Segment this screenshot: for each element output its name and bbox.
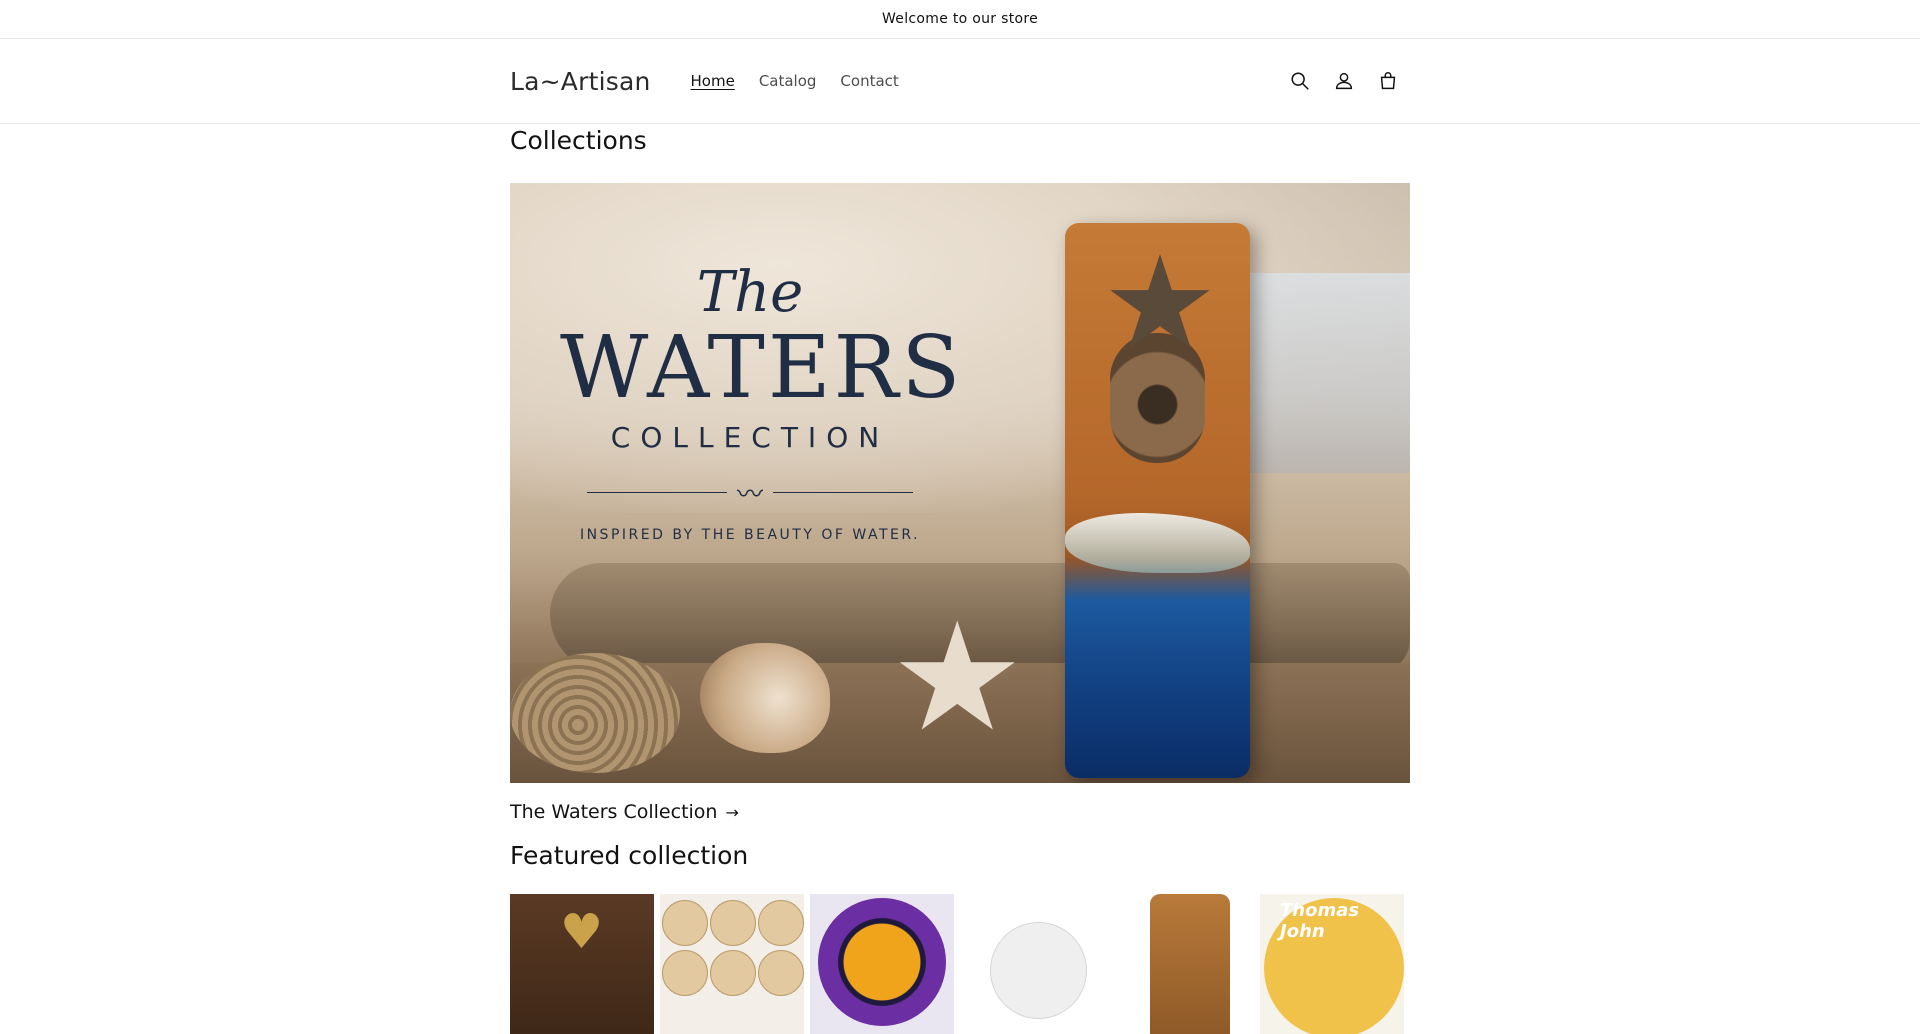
nav-home[interactable]: Home bbox=[679, 72, 747, 90]
hero-title-the: The bbox=[696, 260, 804, 325]
waters-collection-link[interactable]: The Waters Collection → bbox=[510, 801, 1410, 823]
site-header: La~Artisan Home Catalog Contact bbox=[0, 39, 1920, 124]
product-card-3[interactable] bbox=[810, 894, 954, 1034]
hero-title-collection: COLLECTION bbox=[610, 421, 890, 454]
hero-shell bbox=[700, 643, 830, 753]
main-nav: Home Catalog Contact bbox=[679, 72, 911, 90]
product-card-2[interactable] bbox=[660, 894, 804, 1034]
halloween-sign bbox=[818, 898, 946, 1026]
hero-title-waters: WATERS bbox=[560, 318, 964, 418]
divider-line-right bbox=[773, 492, 913, 493]
product-card-6[interactable]: Thomas John bbox=[1260, 894, 1404, 1034]
hero-tagline: INSPIRED BY THE BEAUTY OF WATER. bbox=[579, 527, 921, 543]
hero-rope bbox=[510, 653, 680, 773]
featured-heading: Featured collection bbox=[510, 841, 749, 870]
hero-divider: 〰 bbox=[560, 474, 940, 511]
announcement-text: Welcome to our store bbox=[881, 11, 1039, 27]
header-inner: La~Artisan Home Catalog Contact bbox=[510, 39, 1410, 123]
hero-title-block: The WATERS COLLECTION 〰 INSPIRED BY THE … bbox=[560, 260, 964, 544]
product-grid: Thomas John bbox=[510, 894, 1410, 1034]
baseball bbox=[990, 922, 1087, 1019]
nav-catalog[interactable]: Catalog bbox=[747, 72, 829, 90]
main-content: Collections ★ ★ The WATERS COLLECTION 〰 … bbox=[510, 124, 1410, 1034]
arrow-right-icon: → bbox=[725, 802, 739, 822]
wave-icon: 〰 bbox=[736, 480, 763, 510]
milestone-disc bbox=[662, 950, 708, 996]
hero-starfish-icon: ★ bbox=[890, 591, 1025, 765]
milestone-disc bbox=[710, 900, 756, 946]
collection-link-label: The Waters Collection bbox=[510, 801, 718, 823]
account-icon bbox=[1335, 72, 1353, 90]
cart-button[interactable] bbox=[1366, 59, 1410, 103]
account-button[interactable] bbox=[1322, 59, 1366, 103]
waters-collection-image[interactable]: ★ ★ The WATERS COLLECTION 〰 INSPIRED BY … bbox=[510, 183, 1410, 783]
announcement-bar: Welcome to our store bbox=[0, 0, 1920, 39]
product-card-5[interactable] bbox=[1110, 894, 1254, 1034]
milestone-disc bbox=[662, 900, 708, 946]
product-card-4[interactable] bbox=[960, 894, 1104, 1034]
cutting-board bbox=[1150, 894, 1230, 1034]
cart-icon bbox=[1380, 72, 1396, 90]
product-card-1[interactable] bbox=[510, 894, 654, 1034]
header-icons bbox=[1278, 59, 1410, 103]
collections-heading: Collections bbox=[510, 126, 647, 155]
divider-line-left bbox=[586, 492, 727, 493]
hero-metal-starfish-icon: ★ bbox=[1101, 227, 1219, 379]
name-sign-text: Thomas John bbox=[1280, 900, 1360, 942]
nav-contact[interactable]: Contact bbox=[828, 72, 910, 90]
search-icon bbox=[1291, 72, 1309, 90]
milestone-disc bbox=[710, 950, 756, 996]
milestone-disc bbox=[758, 900, 804, 946]
search-button[interactable] bbox=[1278, 59, 1322, 103]
milestone-disc bbox=[758, 950, 804, 996]
store-logo[interactable]: La~Artisan bbox=[510, 67, 651, 96]
